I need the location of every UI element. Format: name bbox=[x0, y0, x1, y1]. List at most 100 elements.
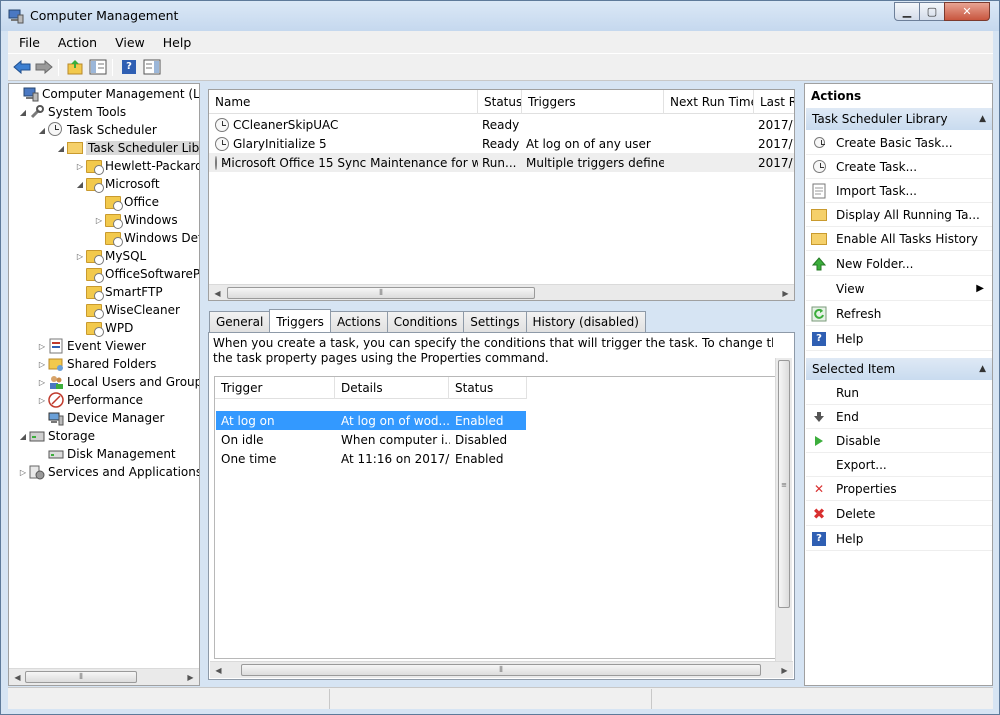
action-refresh[interactable]: Refresh bbox=[806, 302, 992, 326]
action-view[interactable]: View ▶ bbox=[806, 277, 992, 301]
collapse-arrow-icon[interactable]: ◢ bbox=[17, 108, 29, 117]
scroll-right-icon[interactable]: ▶ bbox=[778, 286, 793, 300]
expand-arrow-icon[interactable]: ▷ bbox=[74, 252, 86, 261]
action-display-all-running-tasks[interactable]: Display All Running Ta... bbox=[806, 203, 992, 227]
tree-item-event-viewer[interactable]: ▷ Event Viewer bbox=[36, 337, 146, 355]
forward-button[interactable] bbox=[34, 58, 54, 76]
tree-item-microsoft[interactable]: ◢ Microsoft bbox=[74, 175, 160, 193]
task-list[interactable]: Name Status Triggers Next Run Time Last … bbox=[208, 89, 795, 301]
expand-arrow-icon[interactable]: ▷ bbox=[36, 360, 48, 369]
action-help-selected[interactable]: ? Help bbox=[806, 527, 992, 551]
column-header-details[interactable]: Details bbox=[335, 377, 449, 399]
trigger-row[interactable]: On idle When computer i... Disabled bbox=[216, 430, 526, 449]
table-row[interactable]: CCleanerSkipUAC Ready 2017/1 bbox=[209, 115, 794, 134]
tree-item-services-applications[interactable]: ▷ Services and Applications bbox=[17, 463, 199, 481]
expand-arrow-icon[interactable]: ▷ bbox=[36, 378, 48, 387]
scroll-thumb[interactable]: ⦀ bbox=[25, 671, 137, 683]
expand-arrow-icon[interactable]: ▷ bbox=[36, 342, 48, 351]
action-delete[interactable]: ✖ Delete bbox=[806, 502, 992, 526]
menu-action[interactable]: Action bbox=[47, 35, 104, 50]
collapse-arrow-icon[interactable]: ◢ bbox=[36, 126, 48, 135]
maximize-button[interactable]: ▢ bbox=[919, 2, 945, 21]
tree-item-system-tools[interactable]: ◢ System Tools bbox=[17, 103, 126, 121]
action-enable-all-tasks-history[interactable]: Enable All Tasks History bbox=[806, 227, 992, 251]
triggers-list[interactable]: Trigger Details Status At log on At log … bbox=[214, 376, 776, 659]
column-header-status[interactable]: Status bbox=[478, 90, 522, 114]
scroll-thumb[interactable]: ≡ bbox=[778, 360, 790, 608]
action-properties[interactable]: ✕ Properties bbox=[806, 477, 992, 501]
expand-arrow-icon[interactable]: ▷ bbox=[36, 396, 48, 405]
tree-item-windows[interactable]: ▷ Windows bbox=[93, 211, 178, 229]
expand-arrow-icon[interactable]: ▷ bbox=[74, 162, 86, 171]
column-header-last-run[interactable]: Last R bbox=[754, 90, 794, 114]
task-list-horizontal-scrollbar[interactable]: ◀ ⦀ ▶ bbox=[209, 284, 794, 300]
title-bar[interactable]: Computer Management ▁ ▢ ✕ bbox=[1, 1, 999, 31]
column-header-next-run-time[interactable]: Next Run Time bbox=[664, 90, 754, 114]
tree-horizontal-scrollbar[interactable]: ◀ ⦀ ▶ bbox=[9, 668, 199, 685]
action-import-task[interactable]: Import Task... bbox=[806, 179, 992, 203]
collapse-up-icon[interactable]: ▲ bbox=[979, 358, 986, 381]
help-toolbar-button[interactable]: ? bbox=[119, 58, 139, 76]
action-help[interactable]: ? Help bbox=[806, 327, 992, 351]
tab-conditions[interactable]: Conditions bbox=[386, 311, 465, 333]
column-header-triggers[interactable]: Triggers bbox=[522, 90, 664, 114]
tree-item-local-users-groups[interactable]: ▷ Local Users and Groups bbox=[36, 373, 199, 391]
up-folder-button[interactable] bbox=[65, 58, 85, 76]
tree-item-mysql[interactable]: ▷ MySQL bbox=[74, 247, 146, 265]
scroll-thumb[interactable]: ⦀ bbox=[241, 664, 761, 676]
action-end[interactable]: End bbox=[806, 405, 992, 429]
tab-triggers[interactable]: Triggers bbox=[269, 309, 331, 332]
detail-vertical-scrollbar[interactable]: ≡ bbox=[775, 358, 792, 661]
menu-file[interactable]: File bbox=[8, 35, 47, 50]
collapse-arrow-icon[interactable]: ◢ bbox=[74, 180, 86, 189]
section-task-scheduler-library[interactable]: Task Scheduler Library ▲ bbox=[806, 107, 992, 130]
trigger-row[interactable]: One time At 11:16 on 2017/... Enabled bbox=[216, 449, 526, 468]
action-disable[interactable]: Disable bbox=[806, 429, 992, 453]
tree-item-task-scheduler[interactable]: ◢ Task Scheduler bbox=[36, 121, 157, 139]
table-row[interactable]: GlaryInitialize 5 Ready At log on of any… bbox=[209, 134, 794, 153]
action-run[interactable]: Run bbox=[806, 381, 992, 405]
tree-item-storage[interactable]: ◢ Storage bbox=[17, 427, 95, 445]
action-new-folder[interactable]: New Folder... bbox=[806, 252, 992, 276]
tab-settings[interactable]: Settings bbox=[463, 311, 527, 333]
collapse-arrow-icon[interactable]: ◢ bbox=[55, 144, 67, 153]
tree-item-wpd[interactable]: WPD bbox=[74, 319, 133, 337]
tab-actions[interactable]: Actions bbox=[329, 311, 388, 333]
tree-item-smartftp[interactable]: SmartFTP bbox=[74, 283, 163, 301]
show-hide-console-tree-button[interactable] bbox=[88, 58, 108, 76]
tree-item-hewlett-packard[interactable]: ▷ Hewlett-Packard bbox=[74, 157, 199, 175]
action-create-task[interactable]: Create Task... bbox=[806, 155, 992, 179]
scroll-thumb[interactable]: ⦀ bbox=[227, 287, 535, 299]
scroll-left-icon[interactable]: ◀ bbox=[210, 286, 225, 300]
minimize-button[interactable]: ▁ bbox=[894, 2, 920, 21]
tree-item-task-scheduler-library[interactable]: ◢ Task Scheduler Libra bbox=[55, 139, 199, 157]
tree-item-device-manager[interactable]: Device Manager bbox=[36, 409, 164, 427]
scroll-right-icon[interactable]: ▶ bbox=[183, 670, 198, 685]
tree-item-performance[interactable]: ▷ Performance bbox=[36, 391, 143, 409]
tab-general[interactable]: General bbox=[209, 311, 271, 333]
detail-horizontal-scrollbar[interactable]: ◀ ⦀ ▶ bbox=[210, 661, 793, 678]
console-tree[interactable]: Computer Management (Local ◢ System Tool… bbox=[8, 83, 200, 686]
collapse-arrow-icon[interactable]: ◢ bbox=[17, 432, 29, 441]
tree-item-computer-management[interactable]: Computer Management (Local bbox=[11, 85, 199, 103]
close-button[interactable]: ✕ bbox=[944, 2, 990, 21]
column-header-status[interactable]: Status bbox=[449, 377, 527, 399]
table-row-selected[interactable]: Microsoft Office 15 Sync Maintenance for… bbox=[209, 153, 794, 172]
menu-view[interactable]: View bbox=[104, 35, 152, 50]
action-export[interactable]: Export... bbox=[806, 453, 992, 477]
action-create-basic-task[interactable]: Create Basic Task... bbox=[806, 131, 992, 155]
expand-arrow-icon[interactable]: ▷ bbox=[17, 468, 29, 477]
tree-item-shared-folders[interactable]: ▷ Shared Folders bbox=[36, 355, 156, 373]
scroll-right-icon[interactable]: ▶ bbox=[777, 663, 792, 678]
column-header-name[interactable]: Name bbox=[209, 90, 478, 114]
scroll-left-icon[interactable]: ◀ bbox=[211, 663, 226, 678]
expand-arrow-icon[interactable]: ▷ bbox=[93, 216, 105, 225]
back-button[interactable] bbox=[12, 58, 32, 76]
show-hide-action-pane-button[interactable] bbox=[142, 58, 162, 76]
tab-history[interactable]: History (disabled) bbox=[525, 311, 646, 333]
tree-item-windows-defender[interactable]: Windows Def bbox=[93, 229, 199, 247]
menu-help[interactable]: Help bbox=[152, 35, 199, 50]
tree-item-officesoftwareprotection[interactable]: OfficeSoftwareP bbox=[74, 265, 199, 283]
collapse-up-icon[interactable]: ▲ bbox=[979, 108, 986, 131]
tree-item-disk-management[interactable]: Disk Management bbox=[36, 445, 176, 463]
